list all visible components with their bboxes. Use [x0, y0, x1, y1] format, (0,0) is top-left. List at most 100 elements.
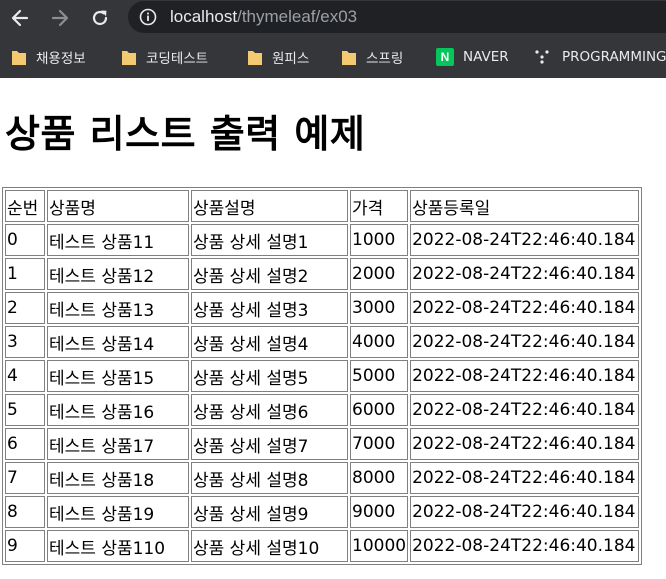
table-row: 4 테스트 상품15 상품 상세 설명5 5000 2022-08-24T22:…	[5, 360, 640, 392]
bookmark-label: NAVER	[463, 49, 509, 65]
page-content: 상품 리스트 출력 예제 순번 상품명 상품설명 가격 상품등록일 0 테스트 …	[0, 78, 666, 579]
forward-arrow-icon	[51, 9, 69, 27]
cell-product-description: 상품 상세 설명2	[191, 258, 348, 290]
bookmark-label: 원피스	[272, 51, 310, 67]
cell-product-name: 테스트 상품18	[47, 462, 189, 494]
cell-price: 5000	[350, 360, 409, 392]
bookmark-label: PROGRAMMING	[562, 49, 666, 65]
cell-product-name: 테스트 상품15	[47, 360, 189, 392]
cell-index: 9	[5, 530, 45, 562]
folder-icon	[248, 51, 262, 65]
dots-icon	[535, 50, 549, 64]
cell-index: 5	[5, 394, 45, 426]
table-row: 7 테스트 상품18 상품 상세 설명8 8000 2022-08-24T22:…	[5, 462, 640, 494]
cell-registered-date: 2022-08-24T22:46:40.184	[410, 394, 640, 426]
header-product-description: 상품설명	[191, 190, 348, 222]
bookmark-naver[interactable]: N NAVER	[436, 47, 509, 67]
cell-price: 7000	[350, 428, 409, 460]
back-arrow-icon	[11, 9, 29, 27]
cell-product-name: 테스트 상품12	[47, 258, 189, 290]
bookmark-programming[interactable]: PROGRAMMING	[534, 47, 666, 67]
cell-price: 4000	[350, 326, 409, 358]
back-button[interactable]	[6, 4, 34, 32]
cell-product-description: 상품 상세 설명9	[191, 496, 348, 528]
bookmarks-bar: 채용정보 코딩테스트 원피스 스프링 N NAVER PROGRAMMING	[0, 40, 666, 74]
naver-icon: N	[436, 48, 454, 66]
product-table: 순번 상품명 상품설명 가격 상품등록일 0 테스트 상품11 상품 상세 설명…	[2, 187, 643, 565]
bookmark-코딩테스트[interactable]: 코딩테스트	[122, 47, 208, 67]
table-row: 1 테스트 상품12 상품 상세 설명2 2000 2022-08-24T22:…	[5, 258, 640, 290]
url-text[interactable]: localhost/thymeleaf/ex03	[170, 6, 357, 28]
cell-registered-date: 2022-08-24T22:46:40.184	[410, 496, 640, 528]
cell-registered-date: 2022-08-24T22:46:40.184	[410, 326, 640, 358]
cell-product-description: 상품 상세 설명7	[191, 428, 348, 460]
browser-chrome: localhost/thymeleaf/ex03 채용정보 코딩테스트 원피스	[0, 0, 666, 78]
cell-index: 7	[5, 462, 45, 494]
cell-price: 10000	[350, 530, 409, 562]
bookmark-label: 스프링	[366, 51, 404, 67]
cell-product-name: 테스트 상품110	[47, 530, 189, 562]
cell-product-description: 상품 상세 설명4	[191, 326, 348, 358]
cell-price: 3000	[350, 292, 409, 324]
bookmark-원피스[interactable]: 원피스	[248, 47, 309, 67]
table-header-row: 순번 상품명 상품설명 가격 상품등록일	[5, 190, 640, 222]
cell-price: 2000	[350, 258, 409, 290]
cell-index: 3	[5, 326, 45, 358]
url-path: /thymeleaf/ex03	[237, 7, 358, 26]
cell-registered-date: 2022-08-24T22:46:40.184	[410, 428, 640, 460]
table-row: 6 테스트 상품17 상품 상세 설명7 7000 2022-08-24T22:…	[5, 428, 640, 460]
cell-index: 2	[5, 292, 45, 324]
cell-product-name: 테스트 상품14	[47, 326, 189, 358]
cell-registered-date: 2022-08-24T22:46:40.184	[410, 462, 640, 494]
table-row: 3 테스트 상품14 상품 상세 설명4 4000 2022-08-24T22:…	[5, 326, 640, 358]
navigation-bar: localhost/thymeleaf/ex03	[0, 0, 666, 36]
folder-icon	[12, 51, 26, 65]
cell-registered-date: 2022-08-24T22:46:40.184	[410, 530, 640, 562]
table-row: 2 테스트 상품13 상품 상세 설명3 3000 2022-08-24T22:…	[5, 292, 640, 324]
reload-icon	[92, 10, 108, 26]
cell-index: 8	[5, 496, 45, 528]
cell-product-description: 상품 상세 설명5	[191, 360, 348, 392]
cell-index: 6	[5, 428, 45, 460]
header-index: 순번	[5, 190, 45, 222]
table-row: 0 테스트 상품11 상품 상세 설명1 1000 2022-08-24T22:…	[5, 224, 640, 256]
page-title: 상품 리스트 출력 예제	[5, 112, 366, 156]
cell-product-name: 테스트 상품11	[47, 224, 189, 256]
cell-registered-date: 2022-08-24T22:46:40.184	[410, 224, 640, 256]
folder-icon	[122, 51, 136, 65]
folder-icon	[342, 51, 356, 65]
bookmark-label: 채용정보	[36, 51, 86, 67]
cell-index: 4	[5, 360, 45, 392]
cell-index: 1	[5, 258, 45, 290]
forward-button[interactable]	[46, 4, 74, 32]
cell-product-name: 테스트 상품19	[47, 496, 189, 528]
cell-product-name: 테스트 상품13	[47, 292, 189, 324]
cell-product-description: 상품 상세 설명1	[191, 224, 348, 256]
header-product-name: 상품명	[47, 190, 189, 222]
cell-product-name: 테스트 상품17	[47, 428, 189, 460]
table-row: 8 테스트 상품19 상품 상세 설명9 9000 2022-08-24T22:…	[5, 496, 640, 528]
cell-price: 1000	[350, 224, 409, 256]
address-bar[interactable]: localhost/thymeleaf/ex03	[128, 1, 666, 33]
cell-product-description: 상품 상세 설명8	[191, 462, 348, 494]
bookmark-label: 코딩테스트	[146, 51, 209, 67]
cell-product-description: 상품 상세 설명10	[191, 530, 348, 562]
table-row: 5 테스트 상품16 상품 상세 설명6 6000 2022-08-24T22:…	[5, 394, 640, 426]
cell-product-description: 상품 상세 설명3	[191, 292, 348, 324]
bookmark-스프링[interactable]: 스프링	[342, 47, 403, 67]
cell-price: 6000	[350, 394, 409, 426]
reload-button[interactable]	[86, 4, 114, 32]
cell-index: 0	[5, 224, 45, 256]
cell-registered-date: 2022-08-24T22:46:40.184	[410, 360, 640, 392]
cell-registered-date: 2022-08-24T22:46:40.184	[410, 292, 640, 324]
cell-product-description: 상품 상세 설명6	[191, 394, 348, 426]
table-row: 9 테스트 상품110 상품 상세 설명10 10000 2022-08-24T…	[5, 530, 640, 562]
info-icon[interactable]	[139, 8, 157, 26]
url-host: localhost	[170, 7, 238, 26]
cell-registered-date: 2022-08-24T22:46:40.184	[410, 258, 640, 290]
header-price: 가격	[350, 190, 409, 222]
header-registered-date: 상품등록일	[410, 190, 640, 222]
cell-product-name: 테스트 상품16	[47, 394, 189, 426]
bookmark-채용정보[interactable]: 채용정보	[12, 47, 86, 67]
cell-price: 9000	[350, 496, 409, 528]
